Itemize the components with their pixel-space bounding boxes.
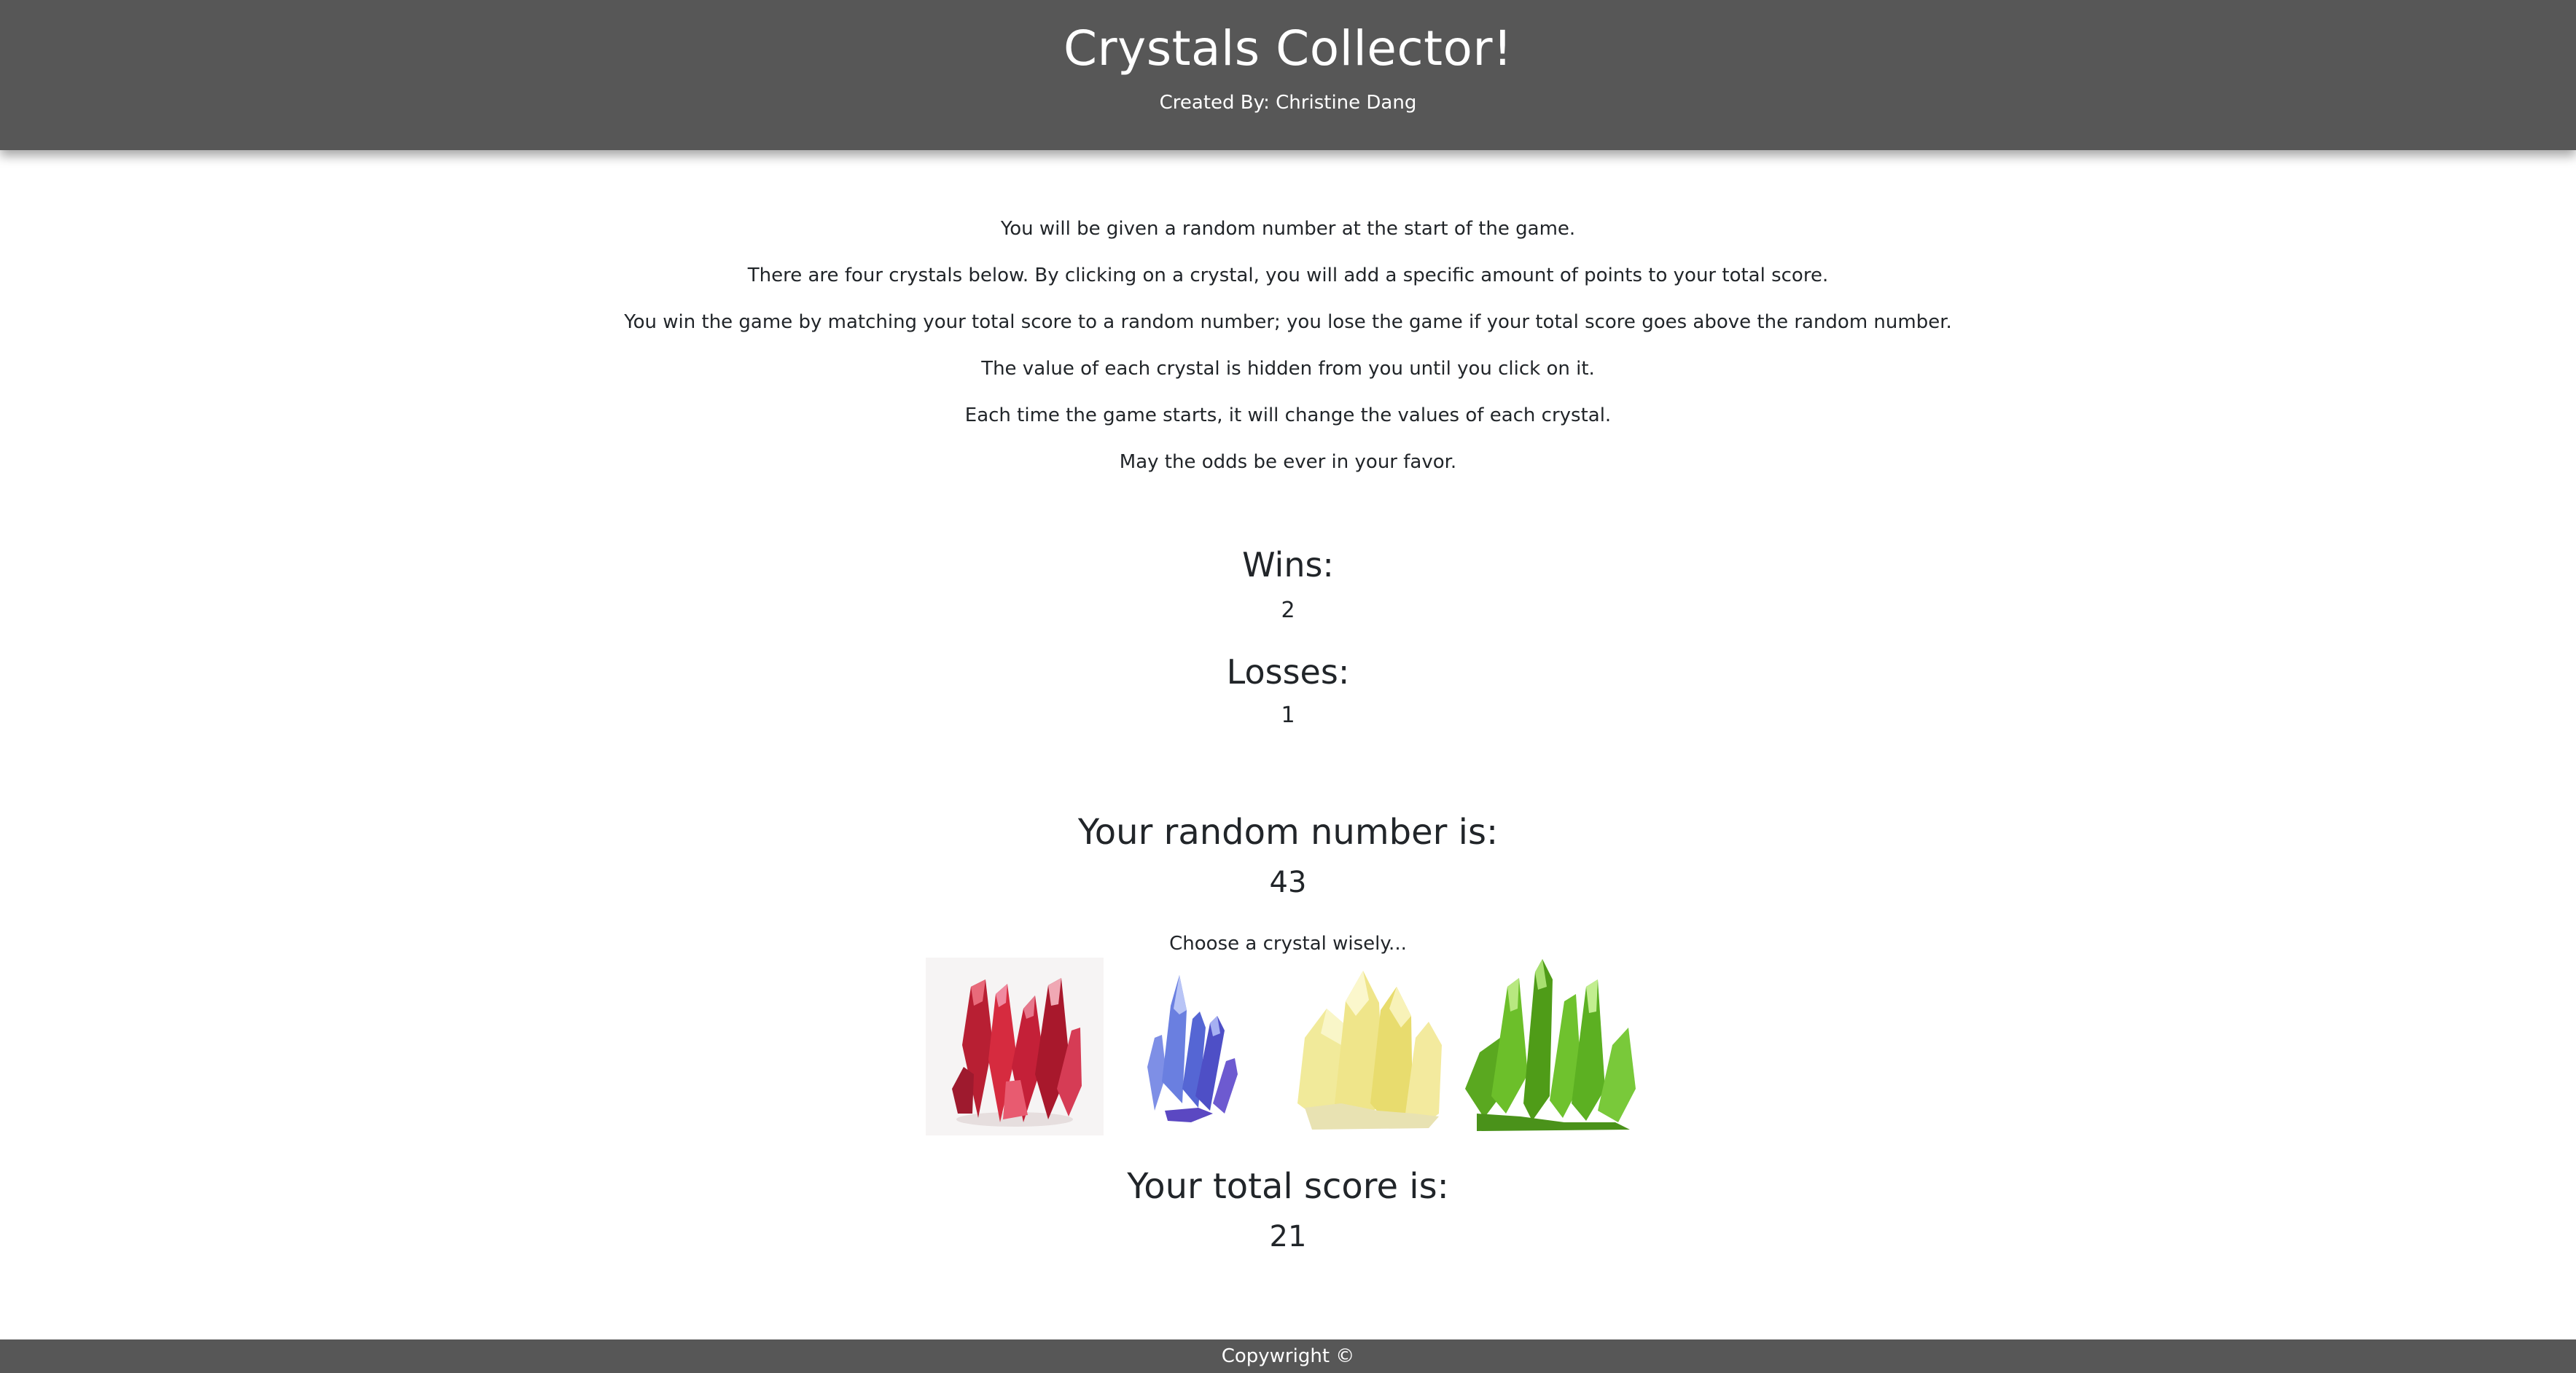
random-number-label: Your random number is:: [1077, 812, 1499, 853]
choose-crystal-prompt: Choose a crystal wisely...: [1169, 933, 1407, 955]
footer-bar: Copywright ©: [0, 1339, 2576, 1373]
blue-crystal-button[interactable]: [1104, 958, 1281, 1135]
random-number-value: 43: [1269, 866, 1307, 899]
total-score-value: 21: [1269, 1220, 1307, 1253]
yellow-crystal-icon: [1283, 958, 1461, 1135]
green-crystal-icon: [1462, 958, 1640, 1135]
copyright-text: Copywright ©: [1221, 1345, 1355, 1367]
crystal-row: [926, 958, 1640, 1135]
red-crystal-icon: [926, 958, 1104, 1135]
red-crystal-button[interactable]: [926, 958, 1104, 1135]
losses-value: 1: [1281, 703, 1295, 728]
instruction-line: The value of each crystal is hidden from…: [981, 358, 1595, 380]
wins-value: 2: [1281, 598, 1295, 623]
losses-label: Losses:: [1226, 652, 1350, 692]
blue-crystal-icon: [1104, 958, 1281, 1135]
game-title: Crystals Collector!: [1063, 20, 1513, 77]
total-score-label: Your total score is:: [1127, 1166, 1449, 1207]
header-bar: Crystals Collector! Created By: Christin…: [0, 0, 2576, 150]
instruction-line: May the odds be ever in your favor.: [1119, 451, 1457, 473]
wins-label: Wins:: [1242, 545, 1334, 584]
instruction-line: There are four crystals below. By clicki…: [747, 265, 1829, 286]
instruction-line: Each time the game starts, it will chang…: [964, 404, 1612, 426]
instruction-line: You win the game by matching your total …: [624, 311, 1952, 333]
author-credit: Created By: Christine Dang: [1159, 92, 1417, 114]
instruction-line: You will be given a random number at the…: [1000, 218, 1576, 240]
yellow-crystal-button[interactable]: [1283, 958, 1461, 1135]
green-crystal-button[interactable]: [1462, 958, 1640, 1135]
instructions: You will be given a random number at the…: [0, 216, 2576, 496]
